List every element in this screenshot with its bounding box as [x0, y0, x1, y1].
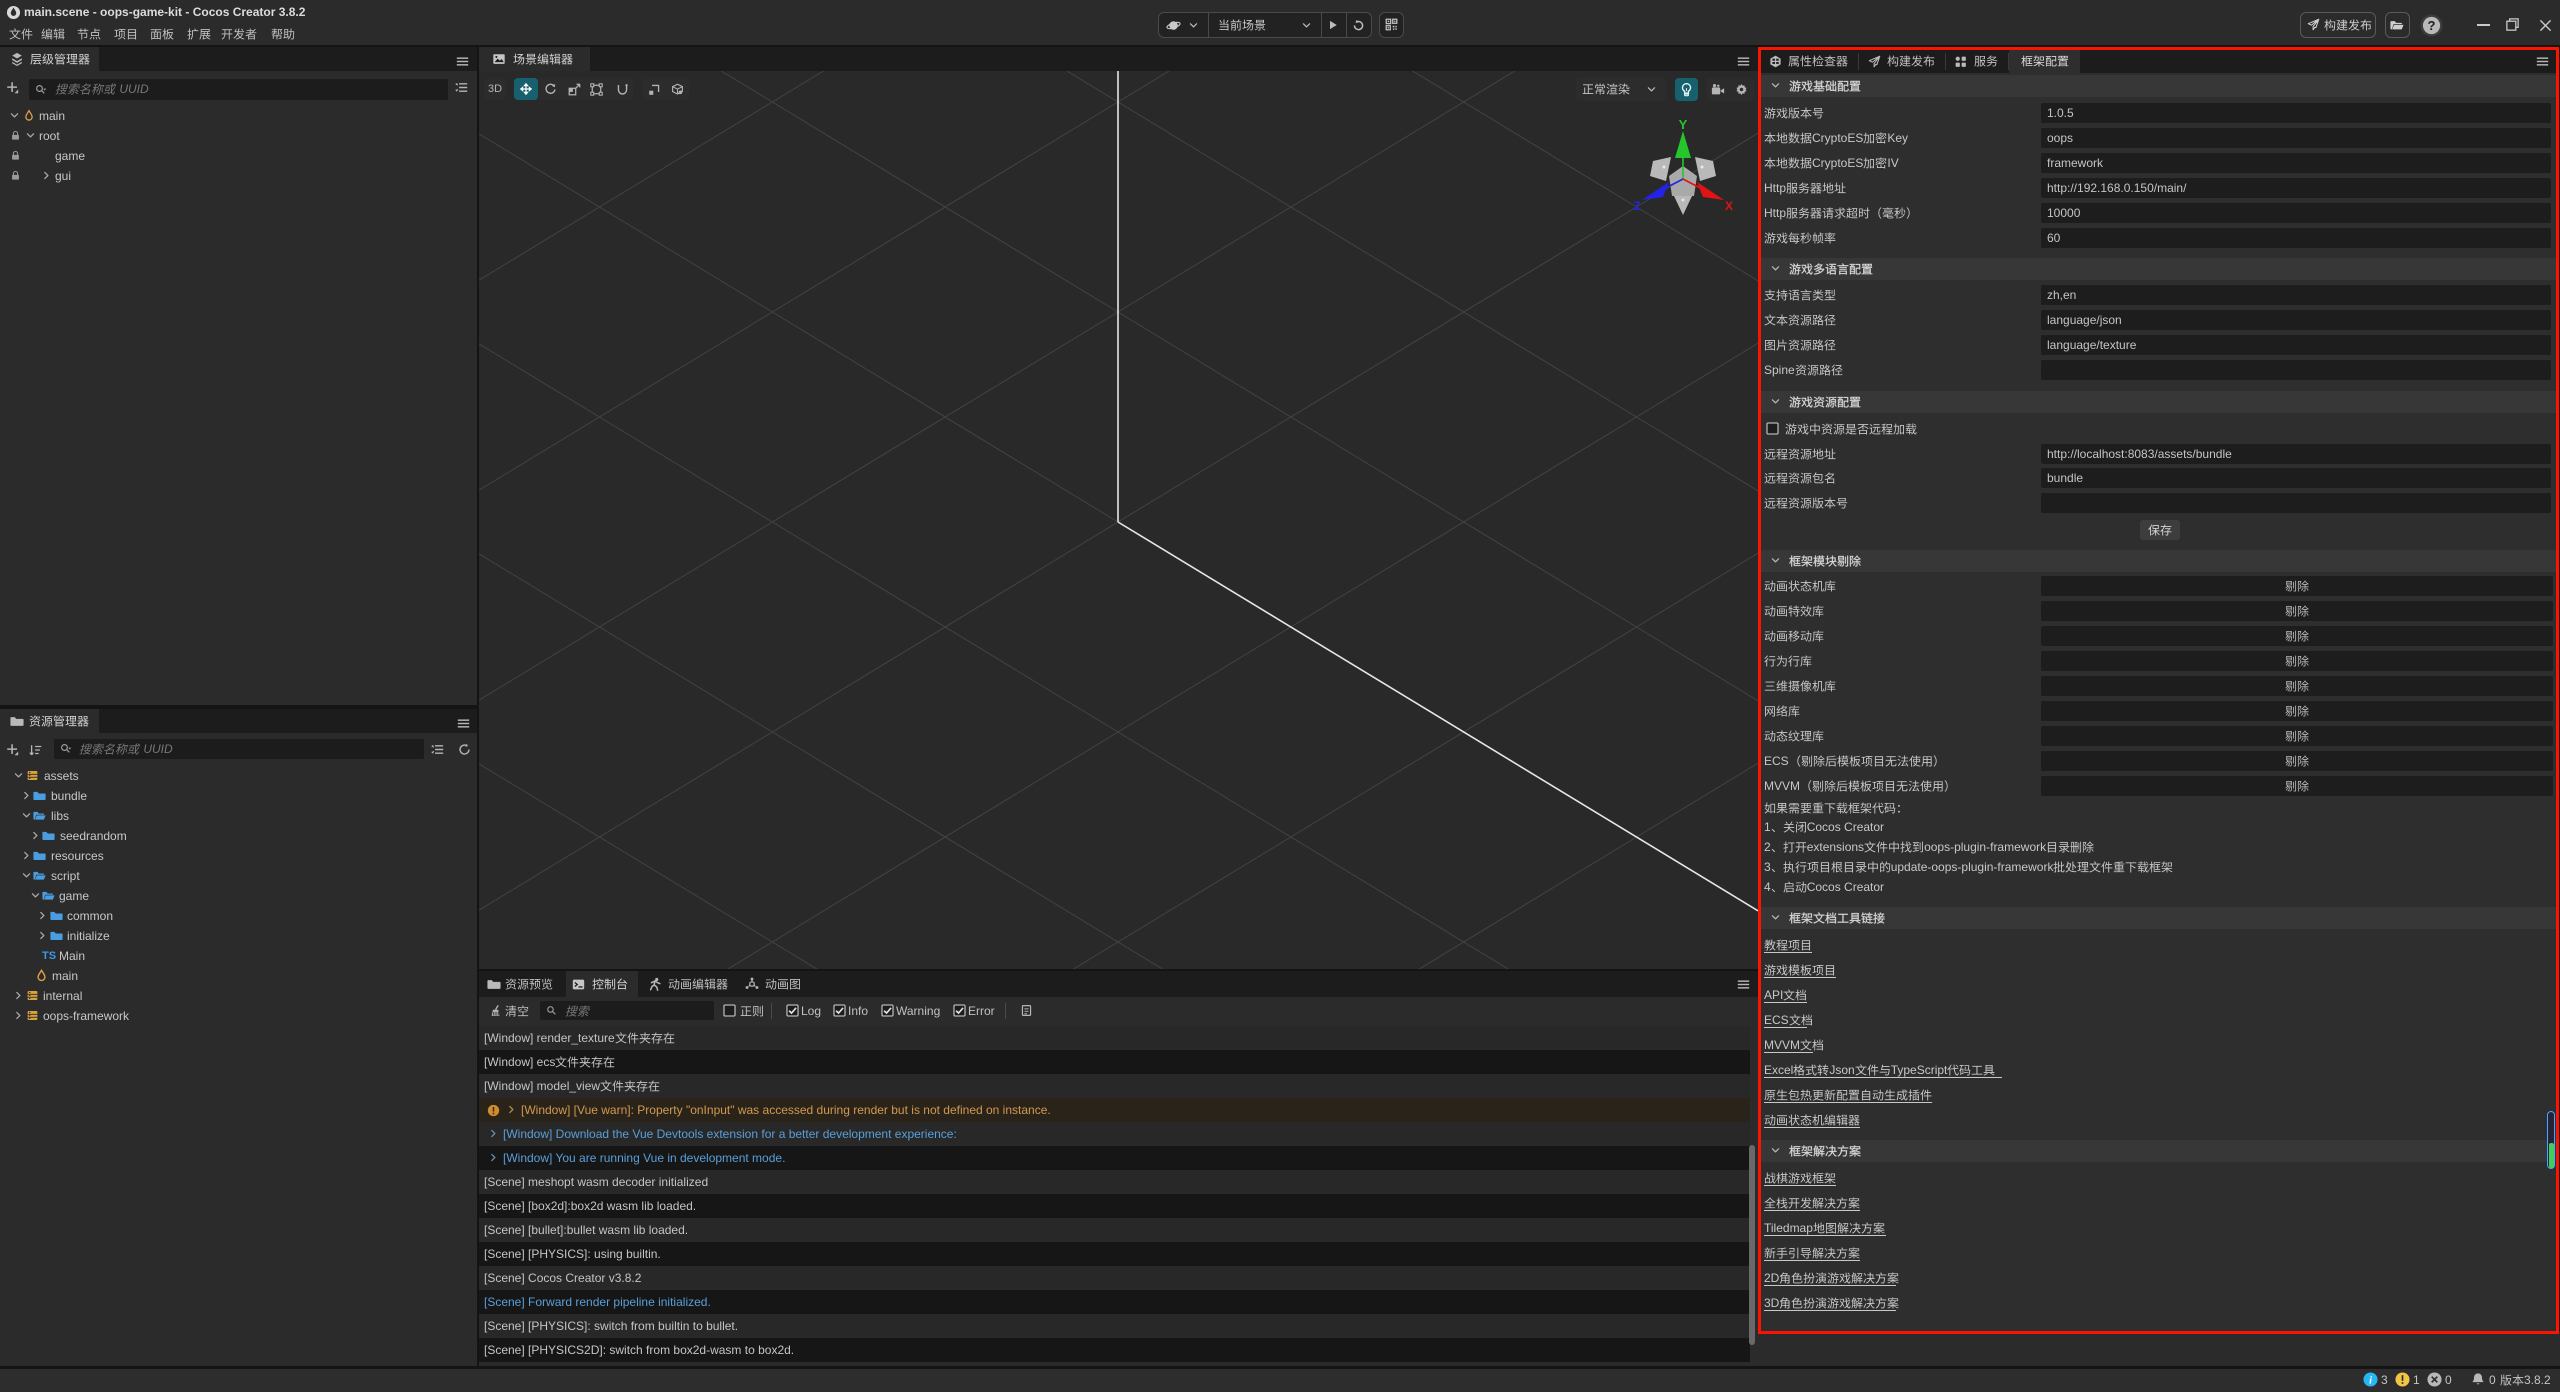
svg-text:Y: Y	[1679, 117, 1688, 132]
svg-text:i: i	[2369, 1375, 2372, 1386]
svg-text:X: X	[1725, 199, 1733, 213]
svg-text:Z: Z	[1633, 199, 1640, 213]
svg-text:?: ?	[2428, 18, 2436, 33]
